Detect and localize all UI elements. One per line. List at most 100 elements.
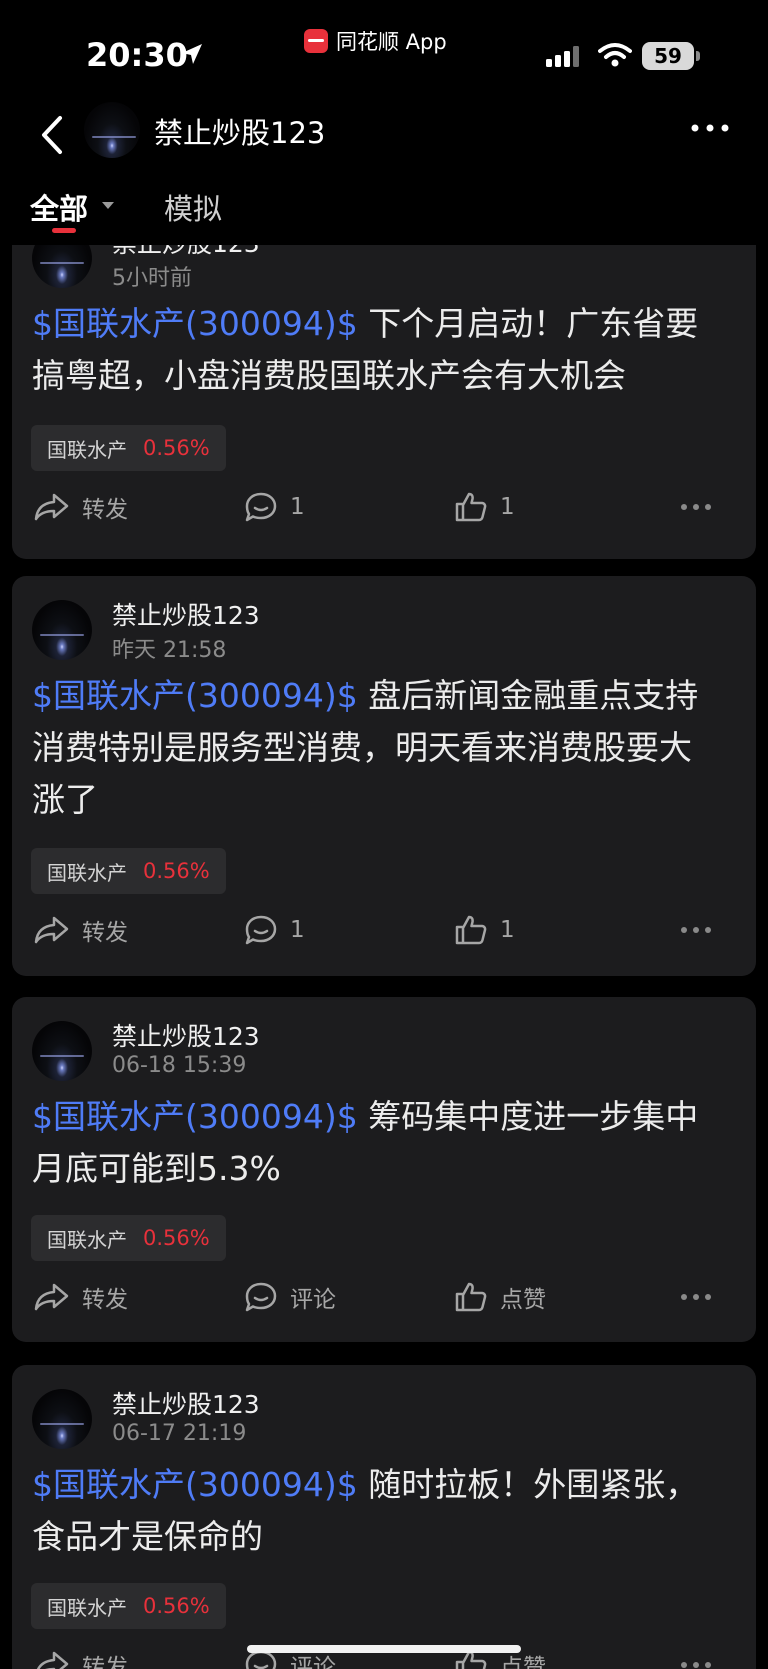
post-actions: 转发 1 1 [12, 906, 756, 954]
share-button[interactable]: 转发 [34, 906, 128, 954]
share-label: 转发 [82, 1655, 128, 1669]
author-name[interactable]: 禁止炒股123 [112, 245, 260, 260]
post-text-line: 筹码集中度进一步集中 [357, 1097, 699, 1136]
stock-change: 0.56% [143, 1226, 210, 1250]
post-time: 06-17 21:19 [112, 1421, 247, 1446]
post-content[interactable]: $国联水产(300094)$ 筹码集中度进一步集中月底可能到5.3% [32, 1091, 732, 1195]
post-more-button[interactable] [680, 483, 712, 531]
post-actions: 转发 评论 点赞 [12, 1273, 756, 1321]
source-app-name: 同花顺 App [336, 30, 447, 54]
post-actions: 转发 1 1 [12, 483, 756, 531]
author-avatar[interactable] [32, 1021, 92, 1081]
like-button[interactable]: 1 [454, 483, 515, 531]
author-avatar[interactable] [32, 600, 92, 660]
more-dots-icon [681, 927, 711, 933]
chevron-down-icon[interactable] [102, 202, 114, 209]
author-avatar[interactable] [32, 245, 92, 288]
stock-chip[interactable]: 国联水产 0.56% [31, 1583, 226, 1629]
status-time: 20:30 [86, 36, 188, 74]
author-name[interactable]: 禁止炒股123 [112, 1385, 260, 1421]
stock-tag-link[interactable]: $国联水产(300094)$ [32, 676, 358, 715]
author-avatar[interactable] [32, 1389, 92, 1449]
profile-avatar[interactable] [84, 102, 140, 158]
comment-button[interactable]: 1 [244, 906, 305, 954]
top-nav-bar: 禁止炒股123 [0, 96, 768, 192]
share-label: 转发 [82, 497, 128, 523]
post-text-line: 涨了 [32, 780, 98, 819]
wifi-icon [598, 43, 632, 67]
more-dots-icon[interactable] [690, 122, 730, 134]
stock-tag-link[interactable]: $国联水产(300094)$ [32, 1465, 358, 1504]
post-card[interactable]: 禁止炒股123 5小时前 $国联水产(300094)$ 下个月启动！广东省要搞粤… [12, 245, 756, 559]
stock-chip[interactable]: 国联水产 0.56% [31, 1215, 226, 1261]
comment-button[interactable]: 1 [244, 483, 305, 531]
more-dots-icon [681, 504, 711, 510]
page-title: 禁止炒股123 [154, 116, 326, 150]
stock-chip[interactable]: 国联水产 0.56% [31, 848, 226, 894]
post-text-line: 月底可能到5.3% [32, 1149, 281, 1188]
battery-level: 59 [642, 42, 694, 70]
post-text-line: 下个月启动！广东省要 [357, 304, 699, 343]
stock-name: 国联水产 [47, 1227, 127, 1252]
post-text-line: 食品才是保命的 [32, 1517, 263, 1556]
post-card[interactable]: 禁止炒股123 06-17 21:19 $国联水产(300094)$ 随时拉板！… [12, 1365, 756, 1669]
post-content[interactable]: $国联水产(300094)$ 下个月启动！广东省要搞粤超，小盘消费股国联水产会有… [32, 298, 732, 402]
stock-tag-link[interactable]: $国联水产(300094)$ [32, 1097, 358, 1136]
share-button[interactable]: 转发 [34, 1273, 128, 1321]
stock-name: 国联水产 [47, 1595, 127, 1620]
post-feed: 禁止炒股123 5小时前 $国联水产(300094)$ 下个月启动！广东省要搞粤… [0, 245, 768, 1669]
home-indicator[interactable] [247, 1645, 521, 1653]
share-button[interactable]: 转发 [34, 1641, 128, 1669]
post-more-button[interactable] [680, 1273, 712, 1321]
like-icon [455, 915, 487, 945]
like-button[interactable]: 1 [454, 906, 515, 954]
like-label: 点赞 [500, 1287, 546, 1313]
post-time: 昨天 21:58 [112, 638, 227, 663]
share-label: 转发 [82, 920, 128, 946]
more-dots-icon [681, 1294, 711, 1300]
like-count: 1 [500, 494, 515, 520]
share-icon [34, 1283, 69, 1311]
like-button[interactable]: 点赞 [454, 1273, 546, 1321]
stock-chip[interactable]: 国联水产 0.56% [31, 425, 226, 471]
app-logo-icon [304, 29, 328, 53]
post-text-line: 随时拉板！外围紧张， [357, 1465, 699, 1504]
comment-label: 评论 [290, 1287, 336, 1313]
post-more-button[interactable] [680, 1641, 712, 1669]
tab-all[interactable]: 全部 [30, 186, 88, 228]
share-icon [34, 916, 69, 944]
comment-icon [245, 1282, 277, 1312]
filter-tabs: 全部 模拟 [0, 180, 768, 240]
author-name[interactable]: 禁止炒股123 [112, 1017, 260, 1053]
share-icon [36, 1651, 69, 1669]
comment-button[interactable]: 评论 [244, 1273, 336, 1321]
post-card[interactable]: 禁止炒股123 昨天 21:58 $国联水产(300094)$ 盘后新闻金融重点… [12, 576, 756, 976]
post-card[interactable]: 禁止炒股123 06-18 15:39 $国联水产(300094)$ 筹码集中度… [12, 997, 756, 1342]
tab-simulate[interactable]: 模拟 [164, 186, 222, 228]
post-content[interactable]: $国联水产(300094)$ 盘后新闻金融重点支持 消费特别是服务型消费，明天看来… [32, 670, 732, 826]
comment-icon [245, 492, 277, 522]
comment-count: 1 [290, 494, 305, 520]
post-content[interactable]: $国联水产(300094)$ 随时拉板！外围紧张， 食品才是保命的 [32, 1459, 732, 1563]
cellular-signal-icon [546, 46, 579, 67]
post-time: 5小时前 [112, 266, 192, 291]
stock-name: 国联水产 [47, 437, 127, 462]
back-arrow-icon[interactable] [34, 110, 74, 160]
stock-tag-link[interactable]: $国联水产(300094)$ [32, 304, 358, 343]
location-arrow-icon [182, 44, 202, 64]
status-bar: 20:30 同花顺 App 59 [0, 0, 768, 96]
comment-count: 1 [290, 917, 305, 943]
comment-icon [245, 915, 277, 945]
stock-name: 国联水产 [47, 860, 127, 885]
post-more-button[interactable] [680, 906, 712, 954]
active-tab-indicator [52, 228, 76, 233]
author-name[interactable]: 禁止炒股123 [112, 596, 260, 632]
post-text-line: 盘后新闻金融重点支持 [357, 676, 699, 715]
source-app-indicator[interactable]: 同花顺 App [304, 26, 447, 56]
post-time: 06-18 15:39 [112, 1053, 247, 1078]
share-label: 转发 [82, 1287, 128, 1313]
post-text-line: 搞粤超，小盘消费股国联水产会有大机会 [32, 356, 626, 395]
stock-change: 0.56% [143, 1594, 210, 1618]
share-button[interactable]: 转发 [34, 483, 128, 531]
like-count: 1 [500, 917, 515, 943]
